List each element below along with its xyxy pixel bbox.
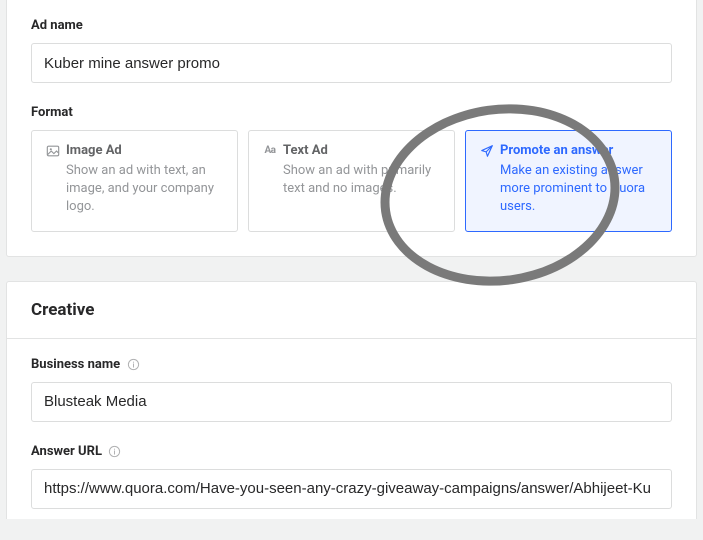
format-option-image-ad[interactable]: Image Ad Show an ad with text, an image,… bbox=[31, 130, 238, 232]
format-option-title: Image Ad bbox=[66, 143, 122, 158]
ad-setup-panel: Ad name Format Image Ad bbox=[6, 0, 697, 257]
text-icon: Aa bbox=[263, 144, 277, 158]
format-option-desc: Make an existing answer more prominent t… bbox=[500, 162, 657, 217]
ad-name-input[interactable] bbox=[31, 43, 672, 83]
business-name-input[interactable] bbox=[31, 382, 672, 422]
answer-url-input[interactable] bbox=[31, 469, 672, 509]
ad-name-label: Ad name bbox=[31, 18, 672, 33]
info-icon[interactable] bbox=[108, 444, 122, 458]
format-options: Image Ad Show an ad with text, an image,… bbox=[31, 130, 672, 232]
format-option-title: Promote an answer bbox=[500, 143, 613, 158]
paper-plane-icon bbox=[480, 144, 494, 158]
creative-panel: Creative Business name Answer URL bbox=[6, 281, 697, 519]
answer-url-label: Answer URL bbox=[31, 444, 672, 459]
format-option-desc: Show an ad with primarily text and no im… bbox=[283, 162, 440, 198]
format-option-desc: Show an ad with text, an image, and your… bbox=[66, 162, 223, 217]
image-icon bbox=[46, 144, 60, 158]
format-option-text-ad[interactable]: Aa Text Ad Show an ad with primarily tex… bbox=[248, 130, 455, 232]
format-label: Format bbox=[31, 105, 672, 120]
creative-title: Creative bbox=[31, 300, 672, 320]
business-name-label: Business name bbox=[31, 357, 672, 372]
creative-header: Creative bbox=[7, 282, 696, 339]
format-option-title: Text Ad bbox=[283, 143, 328, 158]
info-icon[interactable] bbox=[126, 357, 140, 371]
format-option-promote-answer[interactable]: Promote an answer Make an existing answe… bbox=[465, 130, 672, 232]
